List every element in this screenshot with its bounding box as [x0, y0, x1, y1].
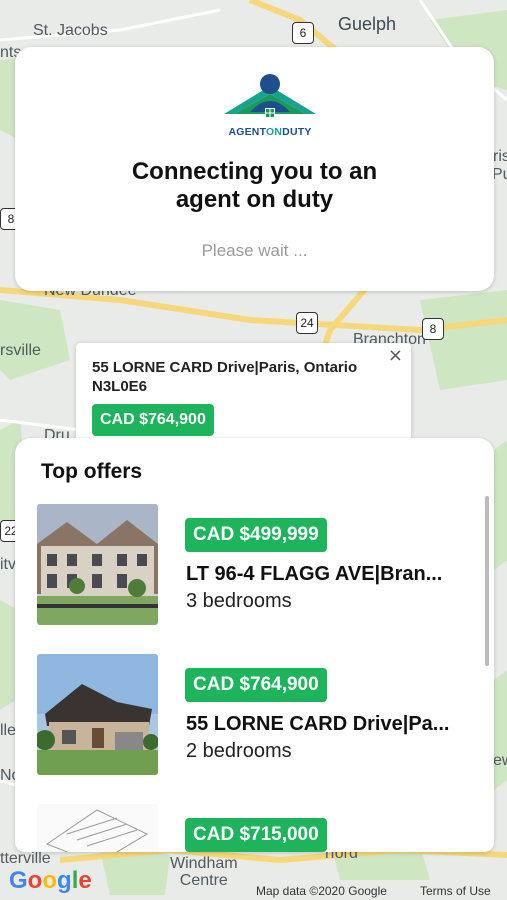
- offer-item[interactable]: CAD $764,900 55 LORNE CARD Drive|Pa... 2…: [37, 654, 477, 776]
- map-label-windham-centre: Windham Centre: [170, 855, 238, 889]
- close-icon[interactable]: ×: [388, 345, 403, 366]
- connecting-title: Connecting you to an agent on duty: [131, 158, 378, 213]
- house-sketch-image: [37, 804, 158, 852]
- map-attribution: Map data ©2020 Google: [256, 884, 387, 898]
- map-label-otterville: tterville: [0, 850, 51, 867]
- please-wait-text: Please wait ...: [201, 241, 308, 260]
- property-photo[interactable]: [37, 654, 158, 775]
- property-photo[interactable]: [37, 504, 158, 625]
- bungalow-image: [37, 654, 158, 775]
- terms-of-use-link[interactable]: Terms of Use: [420, 884, 491, 898]
- offer-bedrooms: 3 bedrooms: [186, 590, 292, 612]
- map-label-rsville: rsville: [0, 342, 41, 359]
- map-label-edge-pu: Pu: [492, 166, 507, 183]
- house-agent-icon: [224, 74, 316, 118]
- popup-address: 55 LORNE CARD Drive|Paris, Ontario N3L0E…: [92, 359, 358, 395]
- top-offers-panel[interactable]: Top offers CAD $499,999 LT 96-4 FLAGG AV…: [15, 438, 494, 852]
- route-shield-24: 24: [296, 312, 318, 334]
- connecting-dialog: AGENTONDUTY Connecting you to an agent o…: [15, 47, 494, 291]
- map-label-guelph: Guelph: [338, 14, 397, 34]
- top-offers-title: Top offers: [41, 460, 143, 483]
- offer-bedrooms: 2 bedrooms: [186, 740, 292, 762]
- route-shield-6: 6: [292, 22, 314, 44]
- offer-price-badge: CAD $499,999: [185, 518, 327, 552]
- property-photo[interactable]: [37, 804, 158, 852]
- offer-title[interactable]: 55 LORNE CARD Drive|Pa...: [186, 713, 471, 736]
- offer-item[interactable]: CAD $499,999 LT 96-4 FLAGG AVE|Bran... 3…: [37, 504, 477, 626]
- map-label-st-jacobs: St. Jacobs: [33, 22, 108, 39]
- logo-wordmark: AGENTONDUTY: [228, 126, 312, 138]
- google-logo: Google: [9, 867, 92, 894]
- map-label-edge-lle: lle: [0, 722, 17, 739]
- map-label-edge-ew: ew: [493, 752, 507, 769]
- offer-item[interactable]: CAD $715,000: [37, 804, 477, 852]
- property-info-popup[interactable]: 55 LORNE CARD Drive|Paris, Ontario N3L0E…: [76, 343, 411, 453]
- offers-scrollbar[interactable]: [485, 496, 489, 666]
- route-shield-8: 8: [422, 318, 444, 340]
- offer-title[interactable]: LT 96-4 FLAGG AVE|Bran...: [186, 563, 471, 586]
- map-label-edge-itv: itv: [0, 556, 16, 573]
- offer-price-badge: CAD $764,900: [185, 668, 327, 702]
- map-label-edge-ris: ris: [493, 148, 507, 165]
- townhouse-image: [37, 504, 158, 625]
- popup-price-badge: CAD $764,900: [92, 404, 214, 436]
- agent-on-duty-logo: AGENTONDUTY: [220, 72, 320, 142]
- offer-price-badge: CAD $715,000: [185, 818, 327, 852]
